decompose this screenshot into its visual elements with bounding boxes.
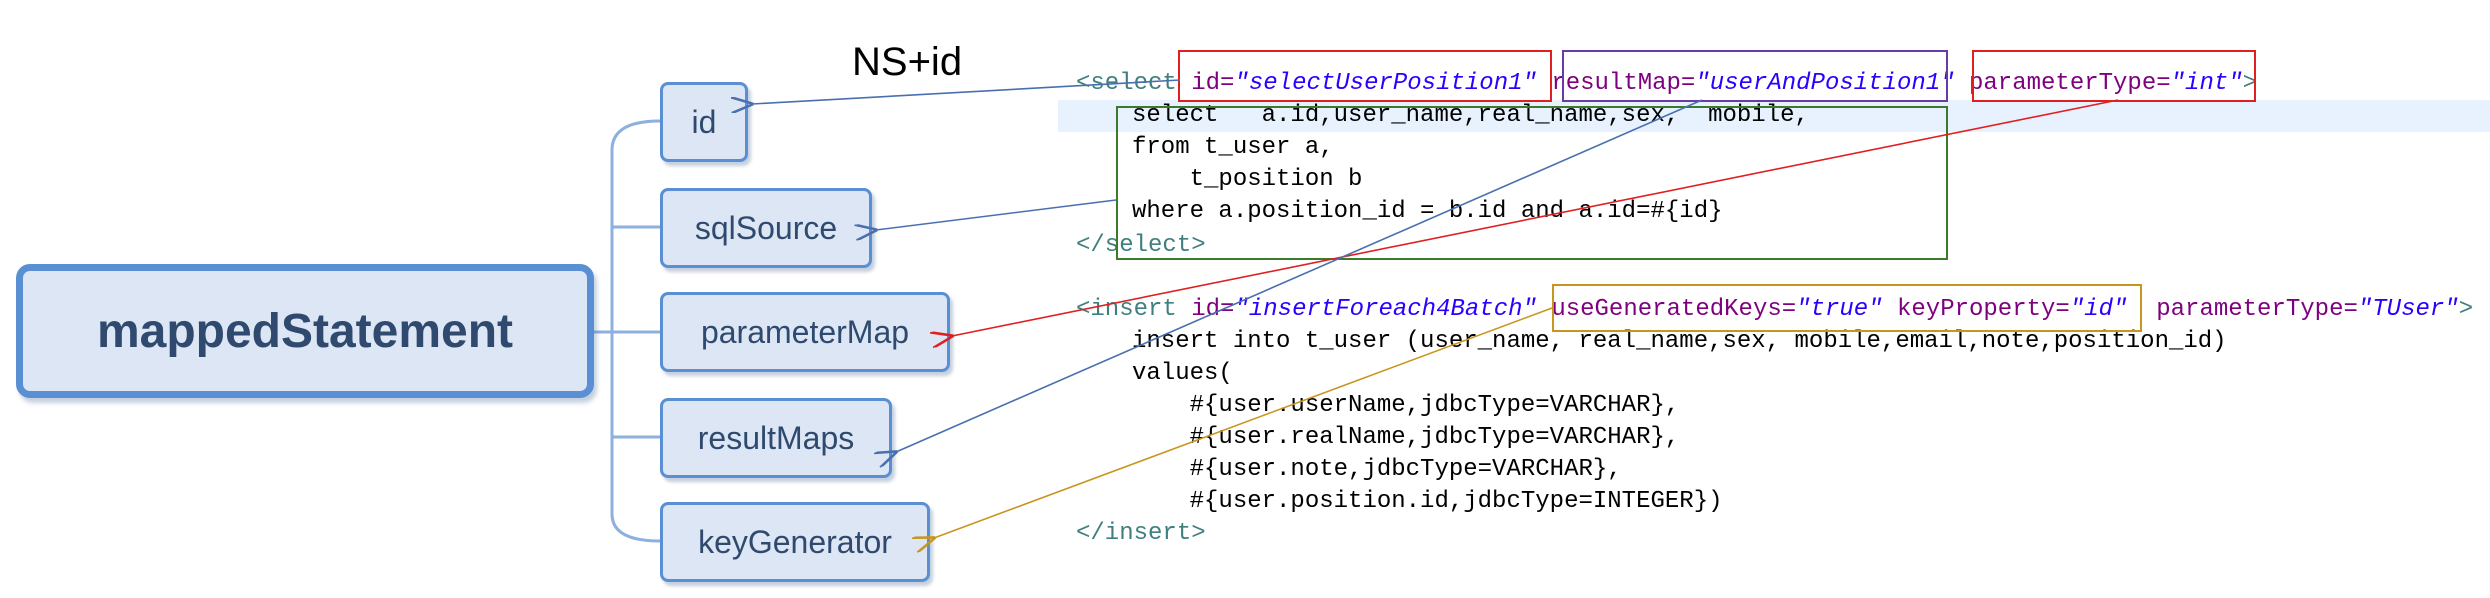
arrow-sqlsource	[876, 199, 1117, 230]
arrow-keygenerator	[934, 307, 1553, 538]
arrow-resultmaps	[896, 99, 1703, 452]
mapping-arrows	[0, 79, 2119, 598]
arrow-parametermap	[952, 99, 2119, 336]
diagram-stage: mappedStatement id sqlSource parameterMa…	[0, 0, 2490, 598]
arrow-id	[752, 79, 1181, 104]
